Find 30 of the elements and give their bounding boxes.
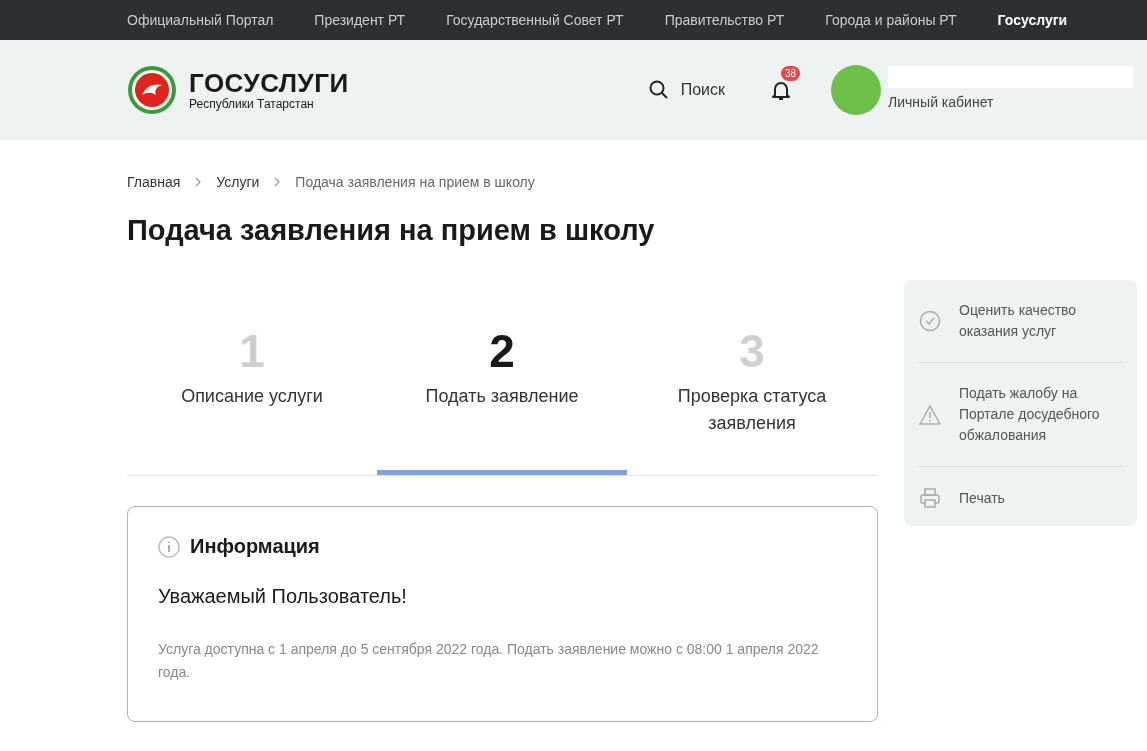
sidebar-link[interactable]: Подать жалобу на Портале досудебного обжалования [919, 363, 1122, 467]
sidebar-link[interactable]: Оценить качество оказания услуг [919, 280, 1122, 363]
top-nav-link[interactable]: Государственный Совет РТ [446, 12, 624, 28]
chevron-icon [194, 177, 203, 187]
top-nav-link[interactable]: Президент РТ [314, 12, 406, 28]
sidebar-link[interactable]: Печать [919, 467, 1122, 529]
page-title: Подача заявления на прием в школу [127, 214, 656, 247]
info-title: Информация [190, 535, 320, 558]
logo-subtitle: Республики Татарстан [189, 97, 315, 111]
greeting-text: Уважаемый Пользователь! [158, 585, 408, 608]
info-icon [158, 535, 180, 558]
breadcrumb-link[interactable]: Главная [127, 174, 181, 190]
search-icon [648, 80, 669, 100]
logo-title: ГОСУСЛУГИ [189, 69, 349, 97]
chevron-icon [273, 177, 282, 187]
top-nav-link[interactable]: Правительство РТ [664, 12, 785, 28]
step-tab[interactable]: 2 Подать заявление [377, 325, 627, 475]
warning-icon [919, 403, 941, 426]
top-nav-link[interactable]: Госуслуги [997, 12, 1068, 28]
search-button[interactable]: Поиск [648, 80, 726, 100]
breadcrumb-link[interactable]: Услуги [216, 174, 260, 190]
check-circle-icon [919, 310, 941, 332]
emblem-logo-icon[interactable] [127, 65, 177, 115]
notification-badge: 38 [781, 66, 801, 81]
printer-icon [919, 487, 941, 509]
account-link[interactable]: Личный кабинет [888, 94, 1134, 110]
top-nav-link[interactable]: Официальный Портал [127, 12, 274, 28]
breadcrumb-link[interactable]: Подача заявления на прием в школу [295, 174, 535, 190]
info-text: Услуга доступна с 1 апреля до 5 сентября 2022 года. Подать заявление можно с 08:00 1 апреля 2022 года. [158, 640, 820, 682]
top-nav-link[interactable]: Города и районы РТ [825, 12, 957, 28]
